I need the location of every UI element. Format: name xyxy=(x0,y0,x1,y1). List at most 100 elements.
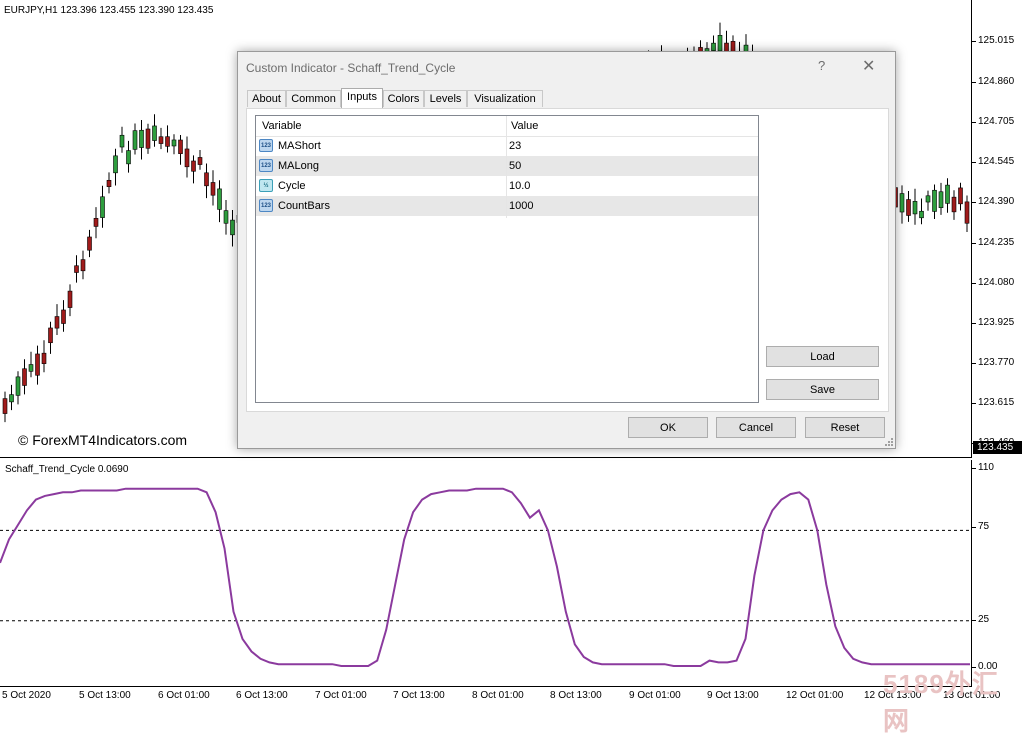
reset-button[interactable]: Reset xyxy=(805,417,885,438)
current-price-badge: 123.435 xyxy=(973,441,1022,454)
tab-colors[interactable]: Colors xyxy=(383,90,424,107)
candle-body xyxy=(912,201,918,215)
input-value[interactable]: 1000 xyxy=(509,200,533,212)
candle-body xyxy=(191,160,196,172)
candle-body xyxy=(100,196,105,218)
candle-body xyxy=(204,172,209,187)
time-label: 8 Oct 13:00 xyxy=(550,690,602,701)
candle-body xyxy=(906,199,911,216)
candle-body xyxy=(41,352,47,364)
candle-body xyxy=(74,265,79,273)
time-label: 9 Oct 01:00 xyxy=(629,690,681,701)
candle-body xyxy=(119,134,125,148)
column-header-variable[interactable]: Variable xyxy=(262,120,302,132)
price-label: 124.545 xyxy=(971,156,1015,167)
candle-body xyxy=(938,191,944,208)
tab-common[interactable]: Common xyxy=(286,90,341,107)
candle-body xyxy=(87,236,92,251)
indicator-scale-label: 110 xyxy=(972,462,994,473)
indicator-scale-label: 25 xyxy=(971,614,990,625)
inputs-grid[interactable]: Variable Value 123 MAShort 23 123 MALong… xyxy=(255,115,759,403)
candle-body xyxy=(145,128,151,149)
input-row[interactable]: 123 MAShort 23 xyxy=(256,136,758,156)
candle-body xyxy=(223,210,229,224)
candle-body xyxy=(197,157,203,165)
input-variable-name: MAShort xyxy=(278,140,321,152)
indicator-scale[interactable]: 110 75 25 0.00 xyxy=(971,460,1024,686)
help-button[interactable]: ? xyxy=(818,58,825,73)
indicator-plot xyxy=(0,487,971,667)
input-row[interactable]: 123 CountBars 1000 xyxy=(256,196,758,216)
indicator-window[interactable] xyxy=(0,460,972,686)
price-label: 123.925 xyxy=(971,317,1015,328)
int-type-icon: 123 xyxy=(259,139,273,152)
candle-body xyxy=(67,290,73,308)
int-type-icon: 123 xyxy=(259,159,273,172)
candle-body xyxy=(158,136,164,144)
close-icon[interactable]: ✕ xyxy=(862,56,875,76)
tab-levels[interactable]: Levels xyxy=(424,90,467,107)
dialog-title: Custom Indicator - Schaff_Trend_Cycle xyxy=(246,61,456,75)
candle-body xyxy=(15,376,21,396)
tab-visualization[interactable]: Visualization xyxy=(467,90,543,107)
candle-body xyxy=(210,182,216,196)
candle-body xyxy=(951,196,957,213)
time-label: 12 Oct 01:00 xyxy=(786,690,844,701)
tab-inputs[interactable]: Inputs xyxy=(341,88,383,108)
save-button[interactable]: Save xyxy=(766,379,879,400)
custom-indicator-dialog[interactable]: Custom Indicator - Schaff_Trend_Cycle ? … xyxy=(237,51,896,449)
candle-body xyxy=(899,193,905,213)
input-value[interactable]: 50 xyxy=(509,160,521,172)
time-axis[interactable]: 5 Oct 2020 5 Oct 13:00 6 Oct 01:00 6 Oct… xyxy=(0,686,1000,707)
load-button[interactable]: Load xyxy=(766,346,879,367)
candle-body xyxy=(106,179,112,187)
input-row[interactable]: ½ Cycle 10.0 xyxy=(256,176,758,196)
tab-about[interactable]: About xyxy=(247,90,286,107)
resize-grip-icon[interactable] xyxy=(884,437,894,447)
candle-body xyxy=(35,353,40,376)
candle-body xyxy=(184,148,190,168)
column-header-value[interactable]: Value xyxy=(511,120,538,132)
ok-button[interactable]: OK xyxy=(628,417,708,438)
price-label: 124.860 xyxy=(971,76,1015,87)
cancel-button[interactable]: Cancel xyxy=(716,417,796,438)
price-label: 124.235 xyxy=(971,237,1015,248)
candle-body xyxy=(54,316,60,329)
time-label: 9 Oct 13:00 xyxy=(707,690,759,701)
candle-body xyxy=(165,136,170,147)
candle-body xyxy=(28,364,34,372)
time-label: 6 Oct 01:00 xyxy=(158,690,210,701)
candle-body xyxy=(964,201,970,224)
double-type-icon: ½ xyxy=(259,179,273,192)
candle-body xyxy=(132,130,138,150)
price-label: 123.770 xyxy=(971,357,1015,368)
candle-body xyxy=(171,139,177,147)
input-value[interactable]: 23 xyxy=(509,140,521,152)
int-type-icon: 123 xyxy=(259,199,273,212)
candle-body xyxy=(113,155,118,174)
time-label: 6 Oct 13:00 xyxy=(236,690,288,701)
candle-body xyxy=(80,259,86,272)
candle-body xyxy=(178,139,183,154)
grid-header: Variable Value xyxy=(256,116,758,137)
time-label: 8 Oct 01:00 xyxy=(472,690,524,701)
watermark: © ForexMT4Indicators.com xyxy=(18,432,188,448)
candle-body xyxy=(932,189,937,212)
price-label: 125.015 xyxy=(971,35,1015,46)
input-variable-name: CountBars xyxy=(278,200,330,212)
candle-body xyxy=(126,150,131,165)
column-divider xyxy=(506,116,507,218)
time-label: 7 Oct 01:00 xyxy=(315,690,367,701)
time-label: 5 Oct 2020 xyxy=(2,690,51,701)
candle-body xyxy=(217,188,222,210)
indicator-scale-label: 75 xyxy=(971,521,990,532)
time-label: 5 Oct 13:00 xyxy=(79,690,131,701)
site-watermark: 5189外汇网 xyxy=(883,669,999,736)
candle-body xyxy=(48,327,53,344)
input-value[interactable]: 10.0 xyxy=(509,180,530,192)
candle-body xyxy=(61,309,66,324)
input-variable-name: Cycle xyxy=(278,180,306,192)
input-row[interactable]: 123 MALong 50 xyxy=(256,156,758,176)
candle-body xyxy=(93,218,99,227)
price-scale[interactable]: 125.015 124.860 124.705 124.545 124.390 … xyxy=(971,0,1024,458)
